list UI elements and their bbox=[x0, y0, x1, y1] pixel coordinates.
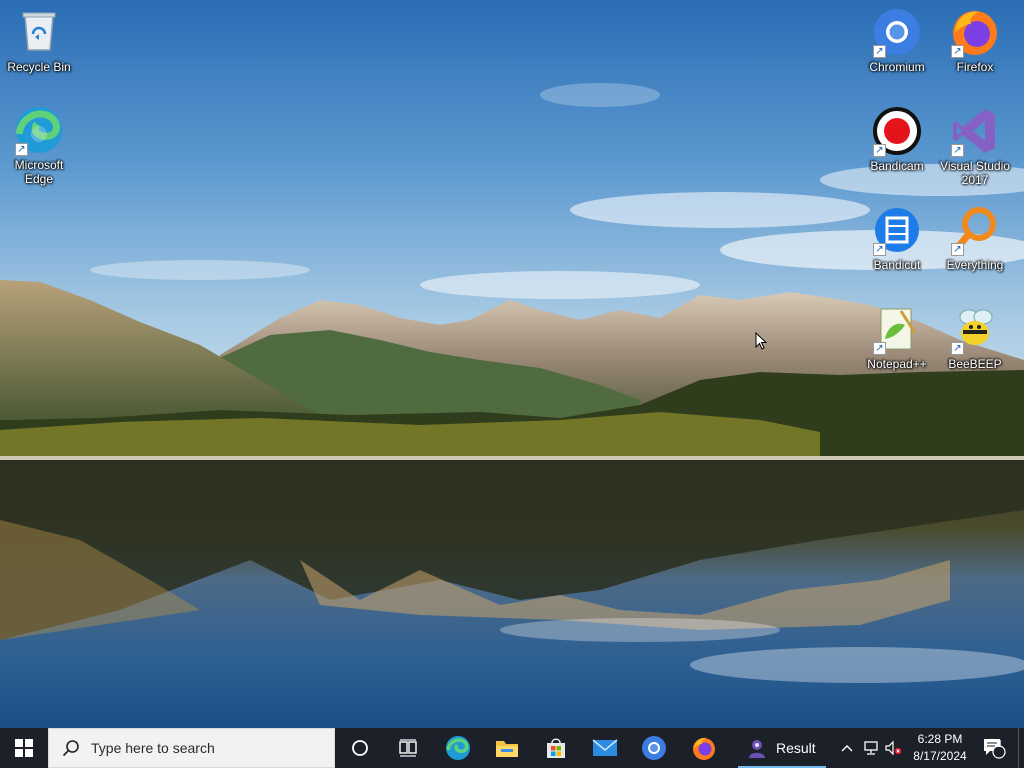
search-icon bbox=[62, 740, 79, 757]
app-icon bbox=[749, 740, 765, 758]
notification-count-badge: 1 bbox=[997, 739, 1003, 750]
mouse-cursor-icon bbox=[755, 331, 768, 355]
file-explorer-icon bbox=[496, 741, 518, 757]
firefox-icon: ↗ bbox=[949, 6, 1001, 58]
desktop-icon-visual-studio[interactable]: ↗ Visual Studio 2017 bbox=[936, 105, 1014, 187]
network-icon bbox=[864, 741, 878, 755]
desktop-icon-beebeep[interactable]: ↗ BeeBEEP bbox=[936, 303, 1014, 371]
chromium-icon bbox=[642, 736, 666, 760]
cortana-button[interactable] bbox=[336, 728, 384, 768]
windows-logo-icon bbox=[15, 739, 33, 757]
taskbar-window-label: Result bbox=[776, 740, 816, 756]
taskbar-clock[interactable]: 6:28 PM 8/17/2024 bbox=[904, 728, 976, 768]
taskbar-chromium-button[interactable] bbox=[630, 728, 678, 768]
edge-icon bbox=[446, 736, 470, 760]
taskbar: Result 6:28 PM 8/17/2024 1 bbox=[0, 728, 1024, 768]
shortcut-arrow-icon: ↗ bbox=[951, 243, 964, 256]
desktop-icon-label: BeeBEEP bbox=[948, 357, 1002, 371]
everything-icon: ↗ bbox=[949, 204, 1001, 256]
shortcut-arrow-icon: ↗ bbox=[873, 45, 886, 58]
shortcut-arrow-icon: ↗ bbox=[873, 243, 886, 256]
shortcut-arrow-icon: ↗ bbox=[15, 143, 28, 156]
volume-muted-icon bbox=[885, 740, 902, 756]
desktop-icon-bandicut[interactable]: ↗ Bandicut bbox=[858, 204, 936, 272]
notepadpp-icon: ↗ bbox=[871, 303, 923, 355]
taskbar-mail-button[interactable] bbox=[581, 728, 629, 768]
taskbar-search-box[interactable] bbox=[48, 728, 335, 768]
bandicut-icon: ↗ bbox=[871, 204, 923, 256]
chromium-icon: ↗ bbox=[871, 6, 923, 58]
desktop-icon-label: Microsoft Edge bbox=[14, 158, 64, 186]
taskbar-result-window-button[interactable]: Result bbox=[734, 728, 830, 768]
show-hidden-icons-button[interactable] bbox=[836, 728, 858, 768]
cortana-icon bbox=[352, 740, 368, 756]
desktop-icon-label: Notepad++ bbox=[867, 357, 927, 371]
show-desktop-button[interactable] bbox=[1018, 728, 1024, 768]
desktop-icon-firefox[interactable]: ↗ Firefox bbox=[936, 6, 1014, 74]
beebeep-icon: ↗ bbox=[949, 303, 1001, 355]
action-center-button[interactable]: 1 bbox=[980, 728, 1008, 768]
task-view-button[interactable] bbox=[384, 728, 432, 768]
desktop-icon-label: Visual Studio 2017 bbox=[940, 159, 1010, 187]
shortcut-arrow-icon: ↗ bbox=[951, 144, 964, 157]
edge-icon: ↗ bbox=[13, 104, 65, 156]
desktop-icon-label: Bandicam bbox=[870, 159, 924, 173]
desktop-icon-notepadpp[interactable]: ↗ Notepad++ bbox=[858, 303, 936, 371]
taskbar-microsoft-store-button[interactable] bbox=[532, 728, 580, 768]
taskbar-file-explorer-button[interactable] bbox=[483, 728, 531, 768]
task-view-icon bbox=[399, 739, 417, 757]
taskbar-firefox-button[interactable] bbox=[680, 728, 728, 768]
shortcut-arrow-icon: ↗ bbox=[951, 342, 964, 355]
shortcut-arrow-icon: ↗ bbox=[873, 144, 886, 157]
recycle-bin-icon bbox=[13, 6, 65, 58]
desktop-icon-microsoft-edge[interactable]: ↗ Microsoft Edge bbox=[0, 104, 78, 186]
firefox-icon bbox=[693, 737, 715, 760]
desktop-icon-label: Everything bbox=[946, 258, 1004, 272]
desktop-icon-label: Chromium bbox=[869, 60, 925, 74]
desktop-icon-label: Firefox bbox=[956, 60, 994, 74]
shortcut-arrow-icon: ↗ bbox=[951, 45, 964, 58]
clock-time: 6:28 PM bbox=[917, 732, 963, 746]
network-button[interactable] bbox=[860, 728, 882, 768]
clock-date: 8/17/2024 bbox=[913, 749, 967, 763]
visual-studio-icon: ↗ bbox=[949, 105, 1001, 157]
taskbar-edge-button[interactable] bbox=[434, 728, 482, 768]
bandicam-icon: ↗ bbox=[871, 105, 923, 157]
shortcut-arrow-icon: ↗ bbox=[873, 342, 886, 355]
desktop-icon-recycle-bin[interactable]: Recycle Bin bbox=[0, 6, 78, 74]
desktop-icon-everything[interactable]: ↗ Everything bbox=[936, 204, 1014, 272]
volume-button[interactable] bbox=[882, 728, 904, 768]
mail-icon bbox=[592, 739, 618, 756]
desktop-icon-bandicam[interactable]: ↗ Bandicam bbox=[858, 105, 936, 173]
desktop-icon-chromium[interactable]: ↗ Chromium bbox=[858, 6, 936, 74]
microsoft-store-icon bbox=[547, 738, 565, 758]
search-input[interactable] bbox=[89, 739, 313, 757]
start-button[interactable] bbox=[0, 728, 48, 768]
desktop-icon-label: Recycle Bin bbox=[7, 60, 71, 74]
desktop-icon-label: Bandicut bbox=[873, 258, 921, 272]
chevron-up-icon bbox=[841, 745, 853, 752]
